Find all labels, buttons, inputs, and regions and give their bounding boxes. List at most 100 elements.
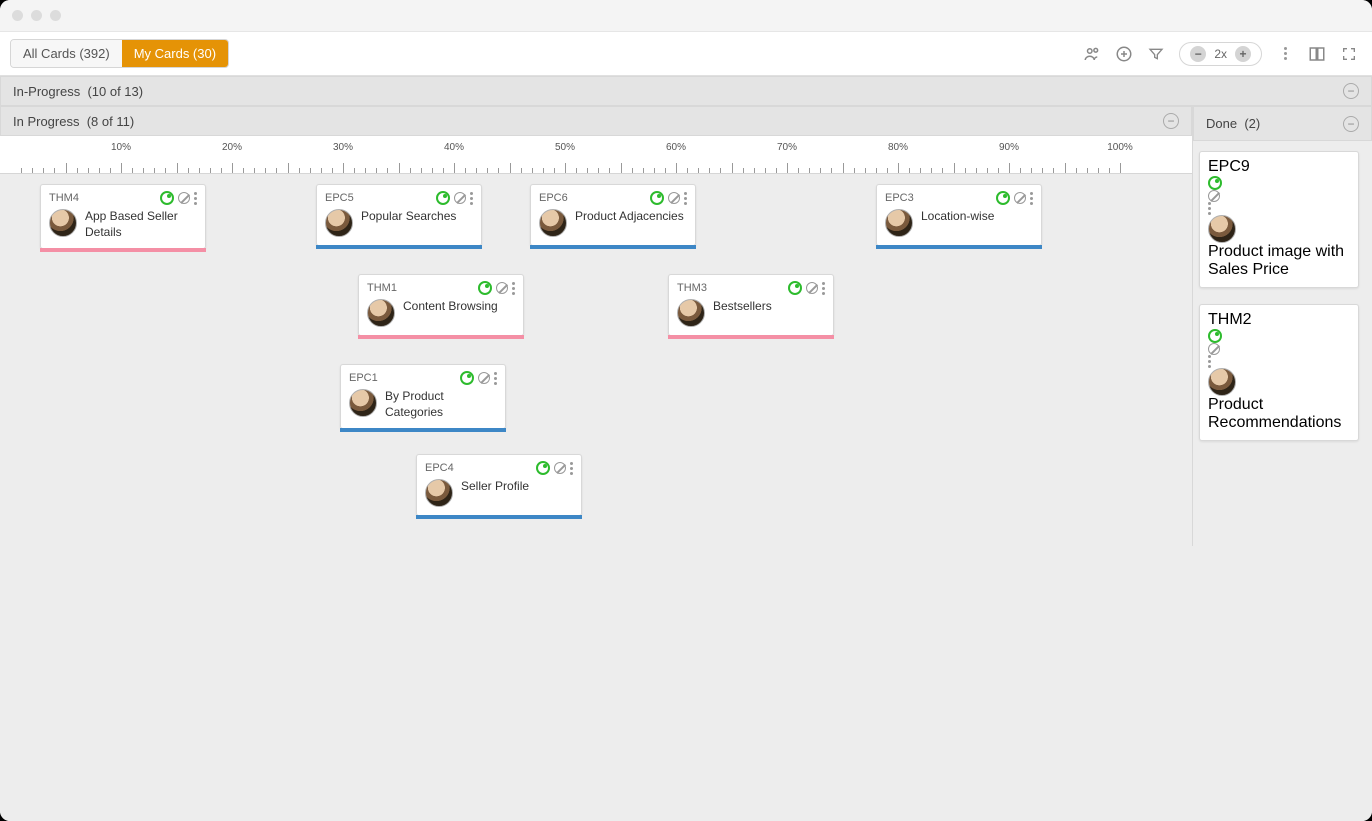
card-canvas[interactable]: THM4 App Based Seller Details EPC5 Popul… <box>0 174 1192 546</box>
block-icon[interactable] <box>554 462 566 474</box>
zoom-out-button[interactable]: − <box>1190 46 1206 62</box>
card-stripe <box>416 515 582 519</box>
card-more-icon[interactable] <box>194 192 197 205</box>
done-column[interactable]: EPC9 Product image with Sales Price THM2… <box>1193 141 1372 546</box>
users-icon[interactable] <box>1083 45 1101 63</box>
zoom-in-button[interactable]: + <box>1235 46 1251 62</box>
card-id: EPC5 <box>325 192 354 204</box>
card-more-icon[interactable] <box>1030 192 1033 205</box>
card-stripe <box>530 245 696 249</box>
ruler-tick: 90% <box>999 142 1019 153</box>
lane-done: Done (2) − EPC9 Product image with Sales… <box>1192 106 1372 546</box>
block-icon[interactable] <box>454 192 466 204</box>
card-id: THM2 <box>1208 311 1252 328</box>
card-id: EPC4 <box>425 462 454 474</box>
card[interactable]: EPC5 Popular Searches <box>316 184 482 246</box>
card-stripe <box>340 428 506 432</box>
toolbar: All Cards (392) My Cards (30) − 2x + <box>0 32 1372 76</box>
ruler-tick: 40% <box>444 142 464 153</box>
card-title: Popular Searches <box>361 209 456 225</box>
section-outer-count: (10 of 13) <box>87 84 143 99</box>
card[interactable]: THM1 Content Browsing <box>358 274 524 336</box>
block-icon[interactable] <box>478 372 490 384</box>
card[interactable]: THM2 Product Recommendations <box>1199 304 1359 441</box>
percent-ruler: 10%20%30%40%50%60%70%80%90%100% <box>0 136 1192 174</box>
section-outer-label: In-Progress <box>13 84 80 99</box>
card[interactable]: THM3 Bestsellers <box>668 274 834 336</box>
card-title: Location-wise <box>921 209 994 225</box>
avatar <box>349 389 377 417</box>
card[interactable]: EPC4 Seller Profile <box>416 454 582 516</box>
avatar <box>367 299 395 327</box>
card-more-icon[interactable] <box>512 282 515 295</box>
card-more-icon[interactable] <box>1208 355 1350 368</box>
layout-icon[interactable] <box>1308 45 1326 63</box>
avatar <box>49 209 77 237</box>
progress-gauge-icon <box>1208 176 1222 190</box>
collapse-done-icon[interactable]: − <box>1343 116 1359 132</box>
avatar <box>425 479 453 507</box>
card-id: EPC9 <box>1208 158 1250 175</box>
ruler-tick: 60% <box>666 142 686 153</box>
fullscreen-icon[interactable] <box>1340 45 1358 63</box>
app-window: All Cards (392) My Cards (30) − 2x + <box>0 0 1372 821</box>
card-more-icon[interactable] <box>570 462 573 475</box>
avatar <box>677 299 705 327</box>
section-inner-count: (8 of 11) <box>87 114 134 129</box>
tab-all-cards[interactable]: All Cards (392) <box>11 40 122 67</box>
card-id: THM1 <box>367 282 397 294</box>
section-done[interactable]: Done (2) − <box>1193 106 1372 141</box>
card-id: EPC3 <box>885 192 914 204</box>
traffic-light-close[interactable] <box>12 10 23 21</box>
avatar <box>1208 215 1236 243</box>
card[interactable]: EPC9 Product image with Sales Price <box>1199 151 1359 288</box>
collapse-outer-icon[interactable]: − <box>1343 83 1359 99</box>
block-icon[interactable] <box>1014 192 1026 204</box>
card-title: Bestsellers <box>713 299 772 315</box>
card-more-icon[interactable] <box>822 282 825 295</box>
card-id: EPC6 <box>539 192 568 204</box>
section-inner[interactable]: In Progress (8 of 11) − <box>0 106 1192 136</box>
traffic-light-min[interactable] <box>31 10 42 21</box>
card-more-icon[interactable] <box>470 192 473 205</box>
card[interactable]: THM4 App Based Seller Details <box>40 184 206 249</box>
section-done-label: Done <box>1206 116 1237 131</box>
card[interactable]: EPC1 By Product Categories <box>340 364 506 429</box>
block-icon[interactable] <box>1208 343 1220 355</box>
block-icon[interactable] <box>496 282 508 294</box>
card-more-icon[interactable] <box>494 372 497 385</box>
traffic-light-max[interactable] <box>50 10 61 21</box>
zoom-control: − 2x + <box>1179 42 1262 66</box>
tab-my-cards[interactable]: My Cards (30) <box>122 40 228 67</box>
card-title: Product Adjacencies <box>575 209 684 225</box>
section-done-count: (2) <box>1244 116 1260 131</box>
section-inner-label: In Progress <box>13 114 79 129</box>
card-title: App Based Seller Details <box>85 209 197 240</box>
card-id: THM3 <box>677 282 707 294</box>
block-icon[interactable] <box>668 192 680 204</box>
ruler-tick: 30% <box>333 142 353 153</box>
more-icon[interactable] <box>1276 45 1294 63</box>
card-more-icon[interactable] <box>1208 202 1350 215</box>
add-icon[interactable] <box>1115 45 1133 63</box>
card[interactable]: EPC3 Location-wise <box>876 184 1042 246</box>
avatar <box>325 209 353 237</box>
board: In-Progress (10 of 13) − In Progress (8 … <box>0 76 1372 821</box>
card[interactable]: EPC6 Product Adjacencies <box>530 184 696 246</box>
block-icon[interactable] <box>806 282 818 294</box>
block-icon[interactable] <box>1208 190 1220 202</box>
filter-icon[interactable] <box>1147 45 1165 63</box>
card-id: THM4 <box>49 192 79 204</box>
ruler-tick: 70% <box>777 142 797 153</box>
ruler-tick: 10% <box>111 142 131 153</box>
card-id: EPC1 <box>349 372 378 384</box>
card-stripe <box>40 248 206 252</box>
collapse-inner-icon[interactable]: − <box>1163 113 1179 129</box>
ruler-tick: 100% <box>1107 142 1133 153</box>
card-filter-tabs: All Cards (392) My Cards (30) <box>10 39 229 68</box>
card-stripe <box>668 335 834 339</box>
block-icon[interactable] <box>178 192 190 204</box>
card-more-icon[interactable] <box>684 192 687 205</box>
zoom-level: 2x <box>1214 47 1227 61</box>
section-outer[interactable]: In-Progress (10 of 13) − <box>0 76 1372 106</box>
